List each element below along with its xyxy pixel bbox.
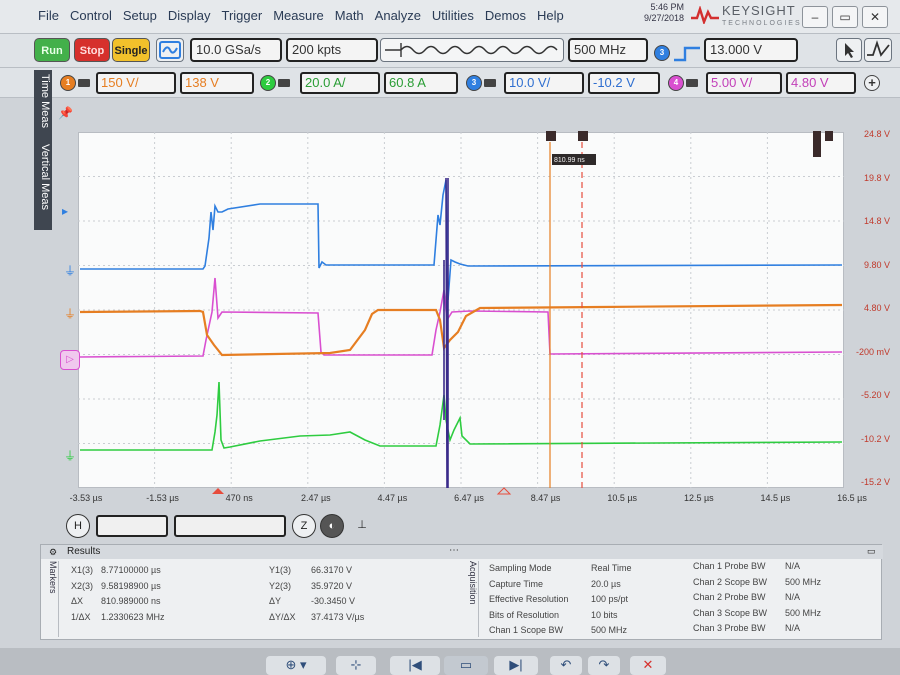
acquisition-label: Bits of Resolution [489,609,560,620]
acquisition-value: Real Time [591,563,632,573]
acquisition-value: 100 ps/pt [591,594,629,604]
time-tick-label: 2.47 µs [300,493,331,503]
probe-value: 500 MHz [785,576,822,587]
markers-label: 1/ΔX [71,611,91,622]
yvals-value: -30.3450 V [311,596,356,606]
marker-x2-tag [578,131,588,141]
redo-icon[interactable]: ↷ [588,656,620,675]
delay-marker-icon [496,487,512,495]
probe-value: N/A [785,561,801,571]
time-tick-label: 470 ns [225,493,253,503]
yvals-label: ΔY [269,596,282,606]
probe-label: Chan 2 Probe BW [693,592,766,602]
time-tick-label: 4.47 µs [377,493,408,503]
voltage-scale-label: 14.8 V [863,216,890,226]
voltage-scale-label: 24.8 V [863,129,890,139]
bottom-nav: ⊕ ▾ ⊹ |◀ ▭ ▶| ↶ ↷ ✕ [0,648,900,675]
markers-label: ΔX [71,596,84,606]
horizontal-position-field[interactable] [174,515,286,537]
previous-icon[interactable]: |◀ [390,656,440,675]
acquisition-label: Chan 1 Scope BW [489,625,564,635]
channel-3-zero-icon[interactable]: ⏚ [64,262,76,279]
acquisition-value: 20.0 µs [591,578,621,589]
acquisition-value: 10 bits [591,609,618,620]
markers-value: 810.989000 ns [101,596,161,606]
channel-2-ground-icon[interactable]: ⏚ [64,447,76,464]
time-tick-label: 10.5 µs [607,493,638,503]
zoom-icon[interactable]: Z [292,514,316,538]
acquisition-label: Effective Resolution [489,594,569,604]
channel-3-ground-icon[interactable]: ▸ [62,204,68,218]
time-tick-label: 14.5 µs [760,493,791,503]
results-panel: Results ⚙ ⋯ ▭ Markers Acquisition X1(3) 8… [40,544,883,640]
pin-horizontal-icon[interactable]: ⊥ [350,514,374,538]
trigger-burst-trace [443,177,449,489]
zoom-in-icon[interactable]: ⊕ ▾ [266,656,326,675]
markers-label: X1(3) [71,565,94,575]
time-tick-label: 16.5 µs [837,493,867,503]
markers-value: 1.2330623 MHz [101,611,165,622]
probe-value: N/A [785,592,801,602]
results-title: Results [67,546,101,557]
tab-acquisition[interactable]: Acquisition [465,561,479,637]
play-icon[interactable]: ▭ [444,656,488,675]
cancel-icon[interactable]: ✕ [630,656,666,675]
marker-4-tag [825,131,833,141]
probe-label: Chan 3 Scope BW [693,607,768,618]
time-tick-label: 12.5 µs [683,493,714,503]
yvals-label: Y1(3) [269,565,292,575]
voltage-scale-label: -15.2 V [860,477,890,487]
channel-4-ground-icon[interactable]: ▷ [60,350,80,370]
undo-icon[interactable]: ↶ [550,656,582,675]
probe-label: Chan 3 Probe BW [693,623,766,633]
acquisition-value: 500 MHz [591,625,628,635]
results-header: Results [41,545,883,559]
probe-value: 500 MHz [785,607,822,618]
time-tick-label: 6.47 µs [454,493,484,503]
yvals-label: ΔY/ΔX [269,611,296,622]
tab-markers[interactable]: Markers [45,561,59,637]
voltage-scale-label: 4.80 V [863,303,890,313]
yvals-value: 35.9720 V [311,580,353,591]
marker-3-tag [813,131,821,157]
marker-delta-label: 810.99 ns [554,157,585,164]
yvals-value: 66.3170 V [311,565,353,575]
yvals-label: Y2(3) [269,580,292,591]
probe-label: Chan 1 Probe BW [693,561,766,571]
markers-value: 9.58198900 µs [101,580,161,591]
markers-value: 8.77100000 µs [101,565,161,575]
markers-label: X2(3) [71,580,94,591]
voltage-scale-label: -5.20 V [860,390,890,400]
time-tick-label: -1.53 µs [146,493,179,503]
acquisition-label: Sampling Mode [489,563,552,573]
yvals-value: 37.4173 V/µs [311,611,365,622]
voltage-scale-label: 19.8 V [863,172,890,183]
settings-icon[interactable]: ⚙ [49,547,57,558]
panel-grip-icon[interactable]: ⋯ [449,545,459,556]
horizontal-controls: H Z ◐ ⊥ [60,512,374,540]
marker-x1-tag [546,131,556,141]
channel-1-ground-icon[interactable]: ⏚ [64,305,76,322]
voltage-scale-label: -200 mV [855,346,890,357]
probe-value: N/A [785,623,801,633]
voltage-scale-label: 9.80 V [863,259,890,270]
time-tick-label: -3.53 µs [69,493,103,503]
next-icon[interactable]: ▶| [494,656,538,675]
probe-label: Chan 2 Scope BW [693,576,768,587]
acquisition-label: Capture Time [489,578,544,589]
time-tick-label: 8.47 µs [530,493,561,503]
voltage-scale-label: -10.2 V [860,433,890,444]
horizontal-button[interactable]: H [66,514,90,538]
navigate-icon[interactable]: ◐ [320,514,344,538]
fit-icon[interactable]: ⊹ [336,656,376,675]
horizontal-scale-field[interactable] [96,515,168,537]
panel-close-icon[interactable]: ▭ [867,546,876,557]
